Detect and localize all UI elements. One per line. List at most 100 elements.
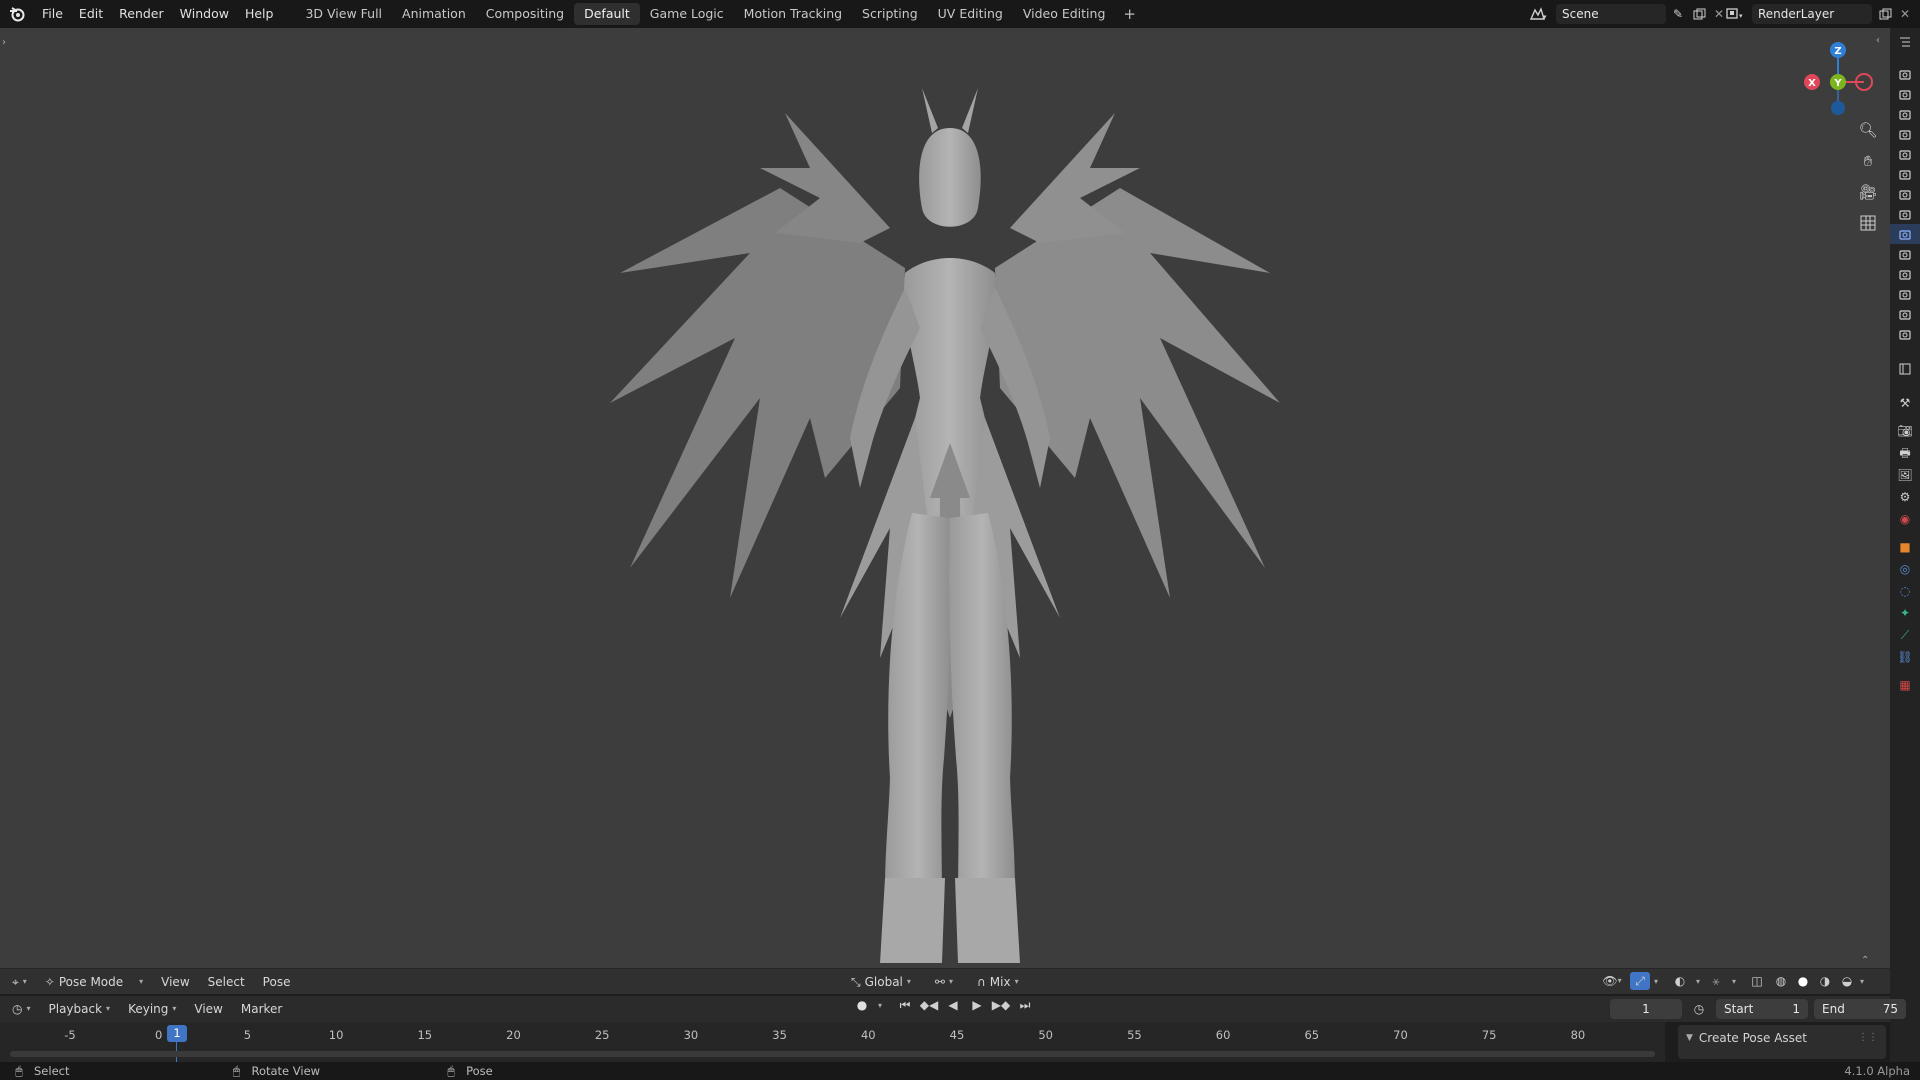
solid-shading-icon[interactable]: ●	[1794, 975, 1812, 987]
toolbar-expand-icon[interactable]: ›	[2, 38, 6, 48]
record-icon[interactable]: ●	[852, 999, 872, 1011]
tool-settings-icon[interactable]: ⚒	[1890, 392, 1920, 414]
jump-end-icon[interactable]: ⏭	[1016, 999, 1034, 1011]
gizmo-dropdown-icon[interactable]: ▾	[1654, 977, 1658, 986]
tab-default[interactable]: Default	[574, 3, 640, 25]
overlay-dropdown-icon[interactable]: ▾	[1696, 977, 1700, 986]
zoom-icon[interactable]: 🔍︎	[1855, 118, 1881, 142]
bone-overlay-dropdown-icon[interactable]: ▾	[1732, 977, 1736, 986]
bone-constraint-icon[interactable]: ⛓︎	[1890, 646, 1920, 668]
wireframe-shading-icon[interactable]: ◍	[1772, 975, 1790, 987]
tab-game-logic[interactable]: Game Logic	[640, 3, 734, 25]
gizmo-toggle-icon[interactable]: ⤢	[1630, 972, 1650, 990]
pin-icon[interactable]: ✎	[1670, 8, 1686, 20]
menu-edit[interactable]: Edit	[71, 3, 111, 25]
render-layer-field[interactable]: RenderLayer	[1752, 4, 1872, 24]
use-preview-range-icon[interactable]: ◷	[1688, 1003, 1710, 1015]
character-model[interactable]	[560, 58, 1340, 978]
timeline-ruler[interactable]: -5 0 5 10 15 20 25 30 35 40 45 50 55 60 65 70 75 80 1	[0, 1022, 1665, 1062]
menu-keying[interactable]: Keying ▾	[119, 999, 185, 1019]
tab-animation[interactable]: Animation	[392, 3, 476, 25]
render-camera-toggle[interactable]	[1890, 104, 1920, 124]
object-data-armature-icon[interactable]: ✦	[1890, 602, 1920, 624]
neg-z-axis-handle[interactable]	[1831, 101, 1845, 115]
tab-uv-editing[interactable]: UV Editing	[928, 3, 1013, 25]
render-camera-toggle[interactable]	[1890, 144, 1920, 164]
tab-scripting[interactable]: Scripting	[852, 3, 928, 25]
rendered-shading-icon[interactable]: ◒	[1838, 975, 1856, 987]
record-dropdown-icon[interactable]: ▾	[878, 1001, 882, 1010]
current-frame-field[interactable]: 1	[1610, 999, 1682, 1019]
view-layer-icon[interactable]: 🖼︎	[1890, 464, 1920, 486]
3d-viewport[interactable]: › Z X Y 🔍︎ ✋︎ 🎥︎ ‹ ⌃	[0, 28, 1890, 968]
menu-playback[interactable]: Playback ▾	[40, 999, 120, 1019]
header-toggle-icon[interactable]: ⌃	[1861, 956, 1869, 966]
render-camera-toggle[interactable]	[1890, 124, 1920, 144]
camera-view-icon[interactable]: 🎥︎	[1855, 180, 1881, 204]
menu-timeline-view[interactable]: View	[185, 999, 231, 1019]
scene-icon[interactable]: ▾	[1524, 7, 1552, 21]
play-reverse-icon[interactable]: ◀	[944, 999, 962, 1011]
overlay-icon[interactable]: ◐	[1668, 975, 1692, 987]
physics-properties-icon[interactable]: ◌	[1890, 580, 1920, 602]
bone-properties-icon[interactable]: ⟋	[1890, 624, 1920, 646]
create-pose-asset-header[interactable]: ▼ Create Pose Asset ⋮⋮	[1678, 1025, 1886, 1051]
close-render-layer-icon[interactable]: ✕	[1898, 8, 1912, 20]
tab-3d-view-full[interactable]: 3D View Full	[295, 3, 392, 25]
menu-window[interactable]: Window	[172, 3, 237, 25]
scene-name-field[interactable]: Scene	[1556, 4, 1666, 24]
render-properties-icon[interactable]: 📷︎	[1890, 420, 1920, 442]
blender-logo-icon[interactable]	[0, 0, 34, 28]
render-camera-toggle[interactable]	[1890, 304, 1920, 324]
render-camera-toggle[interactable]	[1890, 284, 1920, 304]
tab-motion-tracking[interactable]: Motion Tracking	[734, 3, 852, 25]
navigation-gizmo[interactable]: Z X Y	[1795, 34, 1885, 124]
mode-dropdown[interactable]: ✧ Pose Mode ▾	[36, 972, 152, 992]
texture-properties-icon[interactable]: ▦	[1890, 674, 1920, 696]
render-layer-icon[interactable]: ▾	[1722, 7, 1748, 21]
object-properties-icon[interactable]: ■	[1890, 536, 1920, 558]
shading-dropdown-icon[interactable]: ▾	[1860, 977, 1864, 986]
xray-icon[interactable]: ◫	[1746, 975, 1768, 987]
output-properties-icon[interactable]: 🖶︎	[1890, 442, 1920, 464]
render-camera-toggle[interactable]	[1890, 64, 1920, 84]
render-camera-toggle[interactable]	[1890, 84, 1920, 104]
next-keyframe-icon[interactable]: ▶◆	[992, 999, 1010, 1011]
editor-type-dropdown[interactable]: ⌖ ▾	[0, 972, 36, 992]
menu-select[interactable]: Select	[199, 972, 254, 992]
outliner-icon[interactable]	[1890, 28, 1920, 56]
tab-video-editing[interactable]: Video Editing	[1013, 3, 1116, 25]
render-camera-toggle[interactable]	[1890, 264, 1920, 284]
menu-marker[interactable]: Marker	[232, 999, 291, 1019]
menu-view[interactable]: View	[152, 972, 198, 992]
bone-overlay-icon[interactable]: ⚹	[1704, 975, 1728, 987]
visibility-eye-icon[interactable]: 👁︎ ▾	[1598, 975, 1626, 987]
new-render-layer-icon[interactable]	[1876, 8, 1894, 21]
prev-keyframe-icon[interactable]: ◆◀	[920, 999, 938, 1011]
render-camera-toggle[interactable]	[1890, 244, 1920, 264]
playhead-indicator[interactable]: 1	[167, 1025, 187, 1042]
render-camera-toggle[interactable]	[1890, 164, 1920, 184]
orientation-dropdown[interactable]: ⤡ Global ▾	[842, 972, 920, 992]
play-icon[interactable]: ▶	[968, 999, 986, 1011]
modifier-properties-icon[interactable]: ◎	[1890, 558, 1920, 580]
start-frame-field[interactable]: Start 1	[1716, 999, 1808, 1019]
blend-dropdown[interactable]: ∩ Mix ▾	[968, 972, 1028, 992]
render-camera-toggle[interactable]	[1890, 224, 1920, 244]
timeline-scrollbar[interactable]	[10, 1051, 1655, 1057]
pivot-dropdown[interactable]: ⚯ ▾	[926, 972, 962, 992]
material-shading-icon[interactable]: ◑	[1816, 975, 1834, 987]
properties-editor-icon[interactable]	[1890, 358, 1920, 380]
render-camera-toggle[interactable]	[1890, 204, 1920, 224]
menu-file[interactable]: File	[34, 3, 71, 25]
sidebar-collapse-icon[interactable]: ‹	[1876, 36, 1880, 46]
perspective-grid-icon[interactable]	[1855, 211, 1881, 235]
scene-properties-icon[interactable]: ⚙︎	[1890, 486, 1920, 508]
menu-help[interactable]: Help	[237, 3, 282, 25]
menu-render[interactable]: Render	[111, 3, 172, 25]
menu-pose[interactable]: Pose	[254, 972, 300, 992]
render-camera-toggle[interactable]	[1890, 324, 1920, 344]
render-camera-toggle[interactable]	[1890, 184, 1920, 204]
add-workspace-button[interactable]: +	[1115, 5, 1144, 23]
world-properties-icon[interactable]: ◉	[1890, 508, 1920, 530]
